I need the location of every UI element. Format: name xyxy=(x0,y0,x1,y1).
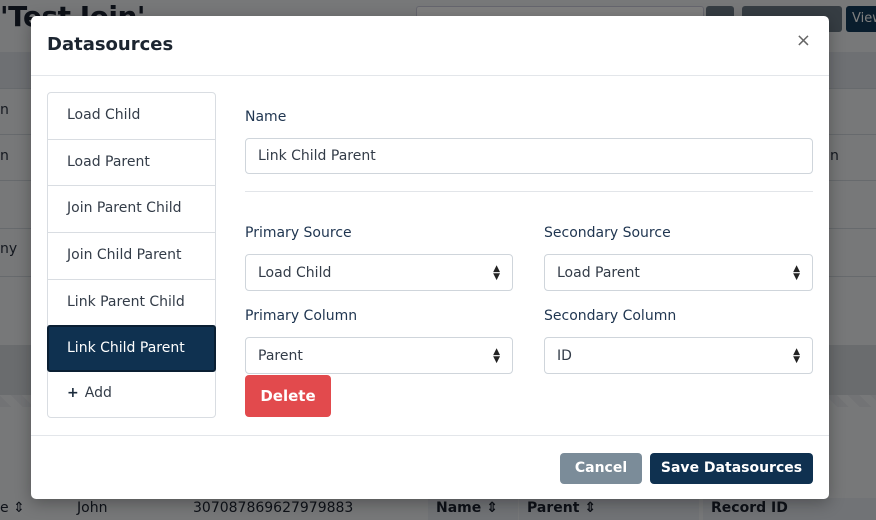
secondary-column-select[interactable]: ID ▲ ▼ xyxy=(544,337,813,374)
save-datasources-button[interactable]: Save Datasources xyxy=(650,453,813,484)
secondary-source-select[interactable]: Load Parent ▲ ▼ xyxy=(544,254,813,291)
primary-column-label: Primary Column xyxy=(245,308,358,324)
plus-icon: + xyxy=(67,385,79,402)
secondary-column-label: Secondary Column xyxy=(544,308,677,324)
datasource-item-join-child-parent[interactable]: Join Child Parent xyxy=(48,233,215,280)
datasource-item-load-child[interactable]: Load Child xyxy=(48,93,215,140)
primary-source-label: Primary Source xyxy=(245,225,352,241)
modal-footer: Cancel Save Datasources xyxy=(31,435,829,499)
modal-title: Datasources xyxy=(47,34,174,55)
select-arrows-icon: ▲ ▼ xyxy=(493,347,500,365)
datasources-modal: Datasources × Load Child Load Parent Joi… xyxy=(31,16,829,499)
primary-column-select[interactable]: Parent ▲ ▼ xyxy=(245,337,513,374)
add-datasource-button[interactable]: + Add xyxy=(48,371,215,417)
name-label: Name xyxy=(245,109,287,125)
primary-source-select[interactable]: Load Child ▲ ▼ xyxy=(245,254,513,291)
datasource-item-link-child-parent[interactable]: Link Child Parent xyxy=(47,325,216,373)
modal-header: Datasources × xyxy=(31,16,829,76)
cancel-button[interactable]: Cancel xyxy=(560,453,642,484)
secondary-column-value: ID xyxy=(557,348,572,364)
close-icon[interactable]: × xyxy=(796,32,811,50)
datasource-item-link-parent-child[interactable]: Link Parent Child xyxy=(48,280,215,327)
datasource-item-join-parent-child[interactable]: Join Parent Child xyxy=(48,186,215,234)
form-divider xyxy=(245,191,813,192)
select-arrows-icon: ▲ ▼ xyxy=(493,264,500,282)
datasource-list: Load Child Load Parent Join Parent Child… xyxy=(47,92,216,419)
primary-source-value: Load Child xyxy=(258,265,332,281)
select-arrows-icon: ▲ ▼ xyxy=(793,347,800,365)
primary-column-value: Parent xyxy=(258,348,303,364)
delete-button[interactable]: Delete xyxy=(245,375,331,417)
add-label: Add xyxy=(84,385,112,402)
secondary-source-value: Load Parent xyxy=(557,265,640,281)
select-arrows-icon: ▲ ▼ xyxy=(793,264,800,282)
datasource-item-load-parent[interactable]: Load Parent xyxy=(48,140,215,187)
secondary-source-label: Secondary Source xyxy=(544,225,671,241)
name-input[interactable] xyxy=(245,138,813,174)
